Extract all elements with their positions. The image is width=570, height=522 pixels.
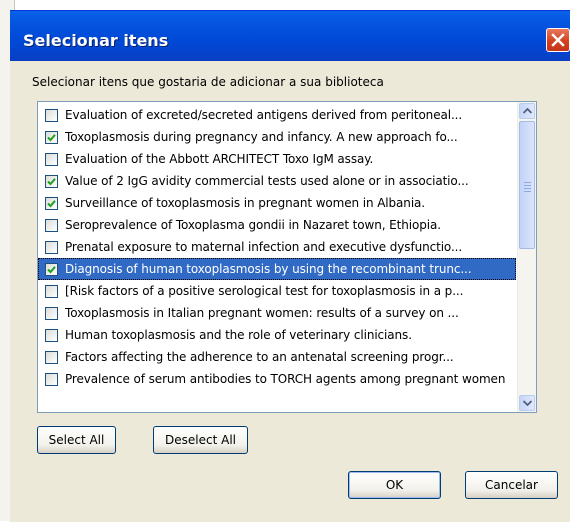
- item-label: Prenatal exposure to maternal infection …: [65, 240, 463, 254]
- dialog-title: Selecionar itens: [23, 31, 169, 50]
- item-checkbox[interactable]: [45, 328, 58, 342]
- title-bar[interactable]: Selecionar itens: [10, 11, 570, 61]
- list-item[interactable]: Factors affecting the adherence to an an…: [38, 346, 516, 368]
- scroll-down-button[interactable]: [519, 395, 535, 411]
- chevron-down-icon: [523, 400, 532, 406]
- item-checkbox[interactable]: [45, 152, 58, 166]
- list-item[interactable]: Toxoplasmosis during pregnancy and infan…: [38, 126, 516, 148]
- check-icon: [47, 133, 56, 141]
- item-label: Surveillance of toxoplasmosis in pregnan…: [65, 196, 426, 210]
- check-icon: [47, 177, 56, 185]
- ok-button[interactable]: OK: [348, 471, 441, 499]
- grip-icon: [524, 182, 531, 194]
- item-label: Diagnosis of human toxoplasmosis by usin…: [65, 262, 472, 276]
- item-checkbox[interactable]: [45, 284, 58, 298]
- vertical-scrollbar[interactable]: [517, 102, 536, 412]
- chevron-up-icon: [523, 108, 532, 114]
- item-label: Human toxoplasmosis and the role of vete…: [65, 328, 412, 342]
- item-checkbox[interactable]: [45, 306, 58, 320]
- list-item[interactable]: Prenatal exposure to maternal infection …: [38, 236, 516, 258]
- instruction-text: Selecionar itens que gostaria de adicion…: [32, 75, 384, 89]
- item-checkbox[interactable]: [45, 372, 58, 386]
- items-listbox[interactable]: Evaluation of excreted/secreted antigens…: [37, 101, 537, 413]
- list-item[interactable]: Value of 2 IgG avidity commercial tests …: [38, 170, 516, 192]
- list-item[interactable]: Human toxoplasmosis and the role of vete…: [38, 324, 516, 346]
- check-icon: [47, 265, 56, 273]
- select-items-dialog: Selecionar itens Selecionar itens que go…: [10, 10, 570, 522]
- list-item[interactable]: Evaluation of excreted/secreted antigens…: [38, 104, 516, 126]
- close-icon: [551, 33, 565, 47]
- scroll-up-button[interactable]: [519, 103, 535, 119]
- item-label: [Risk factors of a positive serological …: [65, 284, 464, 298]
- item-checkbox[interactable]: [45, 196, 58, 210]
- item-label: Value of 2 IgG avidity commercial tests …: [65, 174, 469, 188]
- items-list: Evaluation of excreted/secreted antigens…: [38, 104, 516, 390]
- item-label: Prevalence of serum antibodies to TORCH …: [65, 372, 506, 386]
- item-label: Factors affecting the adherence to an an…: [65, 350, 454, 364]
- list-item[interactable]: Seroprevalence of Toxoplasma gondii in N…: [38, 214, 516, 236]
- item-label: Seroprevalence of Toxoplasma gondii in N…: [65, 218, 441, 232]
- list-item[interactable]: Surveillance of toxoplasmosis in pregnan…: [38, 192, 516, 214]
- scroll-thumb[interactable]: [519, 121, 535, 249]
- item-label: Toxoplasmosis during pregnancy and infan…: [65, 130, 458, 144]
- list-item[interactable]: Evaluation of the Abbott ARCHITECT Toxo …: [38, 148, 516, 170]
- list-item[interactable]: Toxoplasmosis in Italian pregnant women:…: [38, 302, 516, 324]
- cancel-button[interactable]: Cancelar: [465, 471, 558, 499]
- list-item[interactable]: Prevalence of serum antibodies to TORCH …: [38, 368, 516, 390]
- select-all-button[interactable]: Select All: [37, 426, 116, 454]
- item-label: Evaluation of the Abbott ARCHITECT Toxo …: [65, 152, 374, 166]
- list-item[interactable]: [Risk factors of a positive serological …: [38, 280, 516, 302]
- item-checkbox[interactable]: [45, 108, 58, 122]
- check-icon: [47, 199, 56, 207]
- dialog-body: Selecionar itens que gostaria de adicion…: [13, 61, 567, 519]
- item-checkbox[interactable]: [45, 130, 58, 144]
- item-checkbox[interactable]: [45, 262, 58, 276]
- list-item[interactable]: Diagnosis of human toxoplasmosis by usin…: [38, 258, 516, 280]
- item-label: Evaluation of excreted/secreted antigens…: [65, 108, 463, 122]
- close-button[interactable]: [546, 28, 570, 52]
- item-checkbox[interactable]: [45, 218, 58, 232]
- item-checkbox[interactable]: [45, 240, 58, 254]
- item-label: Toxoplasmosis in Italian pregnant women:…: [65, 306, 459, 320]
- item-checkbox[interactable]: [45, 350, 58, 364]
- item-checkbox[interactable]: [45, 174, 58, 188]
- deselect-all-button[interactable]: Deselect All: [153, 426, 248, 454]
